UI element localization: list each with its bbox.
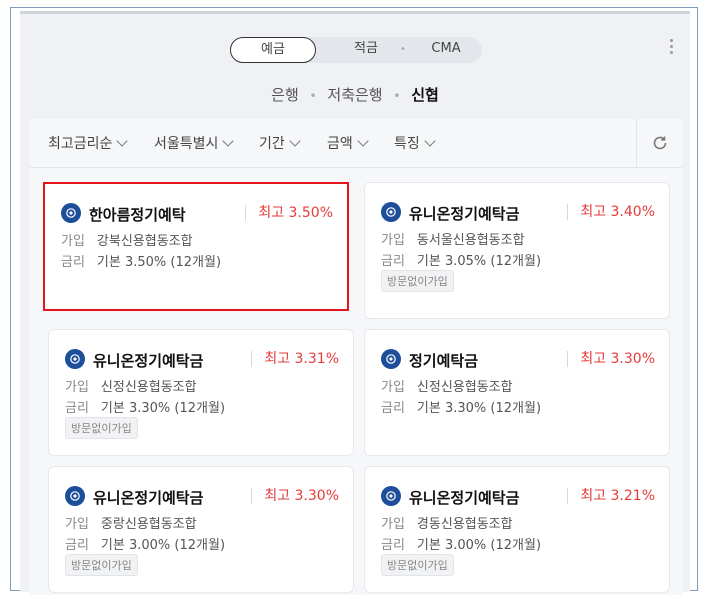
badge-online-join: 방문없이가입 (65, 554, 138, 576)
join-row: 가입 신정신용협동조합 (381, 376, 513, 395)
max-rate: 최고 3.21% (567, 488, 655, 504)
rate-value: 기본 3.30% (12개월) (100, 401, 226, 416)
shinhyup-logo-icon (381, 349, 401, 369)
deposit-panel: 예금 적금 • CMA 은행 • 저축은행 • 신협 최고금리순 서울특별시 기… (20, 11, 690, 595)
join-key: 가입 (381, 233, 405, 248)
rate-value: 기본 3.05% (12개월) (416, 254, 542, 269)
chevron-down-icon (116, 135, 129, 147)
join-row: 가입 중랑신용협동조합 (65, 513, 197, 532)
join-row: 가입 동서울신용협동조합 (381, 229, 525, 248)
join-key: 가입 (381, 380, 405, 395)
product-card[interactable]: 유니온정기예탁금 최고 3.30% 가입 중랑신용협동조합 금리 기본 3.00% … (48, 466, 354, 593)
product-card[interactable]: 정기예탁금 최고 3.30% 가입 신정신용협동조합 금리 기본 3.30% (12… (364, 329, 670, 456)
join-key: 가입 (61, 234, 85, 249)
join-key: 가입 (65, 517, 89, 532)
filter-sort-label: 최고금리순 (48, 136, 113, 152)
rate-value: 기본 3.50% (12개월) (96, 255, 222, 270)
tab-bank[interactable]: 은행 (271, 86, 299, 104)
more-vertical-icon[interactable] (670, 39, 674, 57)
segment-savings[interactable]: 적금 (334, 37, 398, 63)
rate-key: 금리 (65, 401, 89, 416)
rate-key: 금리 (381, 254, 405, 269)
refresh-icon (653, 136, 666, 150)
filter-feature-label: 특징 (394, 136, 420, 152)
max-rate: 최고 3.31% (251, 351, 339, 367)
rate-row: 금리 기본 3.05% (12개월) (381, 250, 541, 269)
join-value: 신정신용협동조합 (416, 380, 513, 395)
shinhyup-logo-icon (61, 203, 81, 223)
product-name: 유니온정기예탁금 (93, 352, 204, 370)
join-row: 가입 경동신용협동조합 (381, 513, 513, 532)
product-card[interactable]: 한아름정기예탁 최고 3.50% 가입 강북신용협동조합 금리 기본 3.50% (… (43, 182, 349, 311)
join-value: 신정신용협동조합 (100, 380, 197, 395)
badge-online-join: 방문없이가입 (65, 417, 138, 439)
rate-row: 금리 기본 3.00% (12개월) (381, 534, 541, 553)
product-name: 한아름정기예탁 (89, 206, 186, 224)
product-type-segment: 예금 적금 • CMA (230, 37, 482, 63)
max-rate: 최고 3.40% (567, 204, 655, 220)
tab-separator: • (309, 89, 317, 103)
segment-deposit[interactable]: 예금 (230, 37, 316, 63)
product-name: 정기예탁금 (409, 352, 479, 370)
product-card[interactable]: 유니온정기예탁금 최고 3.40% 가입 동서울신용협동조합 금리 기본 3.05%… (364, 182, 670, 319)
join-key: 가입 (381, 517, 405, 532)
chevron-down-icon (289, 135, 301, 147)
shinhyup-logo-icon (381, 202, 401, 222)
product-name: 유니온정기예탁금 (409, 489, 520, 507)
filter-period[interactable]: 기간 (259, 133, 301, 153)
chevron-down-icon (424, 135, 436, 147)
product-card[interactable]: 유니온정기예탁금 최고 3.21% 가입 경동신용협동조합 금리 기본 3.00% … (364, 466, 670, 593)
filter-feature[interactable]: 특징 (394, 133, 436, 153)
segment-separator: • (400, 44, 406, 55)
filter-region[interactable]: 서울특별시 (154, 133, 235, 153)
refresh-button[interactable] (636, 119, 682, 167)
max-rate: 최고 3.30% (251, 488, 339, 504)
max-rate: 최고 3.50% (245, 205, 333, 221)
join-row: 가입 신정신용협동조합 (65, 376, 197, 395)
rate-key: 금리 (61, 255, 85, 270)
rate-row: 금리 기본 3.30% (12개월) (65, 397, 225, 416)
rate-value: 기본 3.00% (12개월) (100, 538, 226, 553)
shinhyup-logo-icon (381, 486, 401, 506)
rate-row: 금리 기본 3.30% (12개월) (381, 397, 541, 416)
badge-online-join: 방문없이가입 (381, 554, 454, 576)
rate-key: 금리 (381, 538, 405, 553)
rate-value: 기본 3.00% (12개월) (416, 538, 542, 553)
max-rate: 최고 3.30% (567, 351, 655, 367)
product-card[interactable]: 유니온정기예탁금 최고 3.31% 가입 신정신용협동조합 금리 기본 3.30% … (48, 329, 354, 456)
tab-credit-union[interactable]: 신협 (411, 86, 439, 104)
product-list-area: 최고금리순 서울특별시 기간 금액 특징 한아름정기예탁 최고 3.50% 가입… (30, 119, 682, 595)
join-value: 강북신용협동조합 (96, 234, 193, 249)
rate-row: 금리 기본 3.50% (12개월) (61, 251, 221, 270)
shinhyup-logo-icon (65, 486, 85, 506)
join-value: 경동신용협동조합 (416, 517, 513, 532)
filter-region-label: 서울특별시 (154, 136, 219, 152)
join-row: 가입 강북신용협동조합 (61, 230, 193, 249)
filter-sort[interactable]: 최고금리순 (48, 133, 129, 153)
segment-cma[interactable]: CMA (414, 37, 478, 63)
chevron-down-icon (357, 135, 369, 147)
rate-key: 금리 (381, 401, 405, 416)
filter-amount-label: 금액 (327, 136, 353, 152)
join-value: 동서울신용협동조합 (416, 233, 525, 248)
window-frame: 예금 적금 • CMA 은행 • 저축은행 • 신협 최고금리순 서울특별시 기… (10, 7, 698, 595)
product-name: 유니온정기예탁금 (409, 205, 520, 223)
tab-separator: • (393, 89, 401, 103)
filter-bar: 최고금리순 서울특별시 기간 금액 특징 (30, 119, 682, 168)
shinhyup-logo-icon (65, 349, 85, 369)
institution-tabs: 은행 • 저축은행 • 신협 (20, 84, 690, 105)
tab-savings-bank[interactable]: 저축은행 (327, 86, 382, 104)
product-name: 유니온정기예탁금 (93, 489, 204, 507)
filter-amount[interactable]: 금액 (327, 133, 369, 153)
rate-key: 금리 (65, 538, 89, 553)
rate-row: 금리 기본 3.00% (12개월) (65, 534, 225, 553)
join-value: 중랑신용협동조합 (100, 517, 197, 532)
rate-value: 기본 3.30% (12개월) (416, 401, 542, 416)
badge-online-join: 방문없이가입 (381, 270, 454, 292)
join-key: 가입 (65, 380, 89, 395)
filter-period-label: 기간 (259, 136, 285, 152)
chevron-down-icon (222, 135, 235, 147)
